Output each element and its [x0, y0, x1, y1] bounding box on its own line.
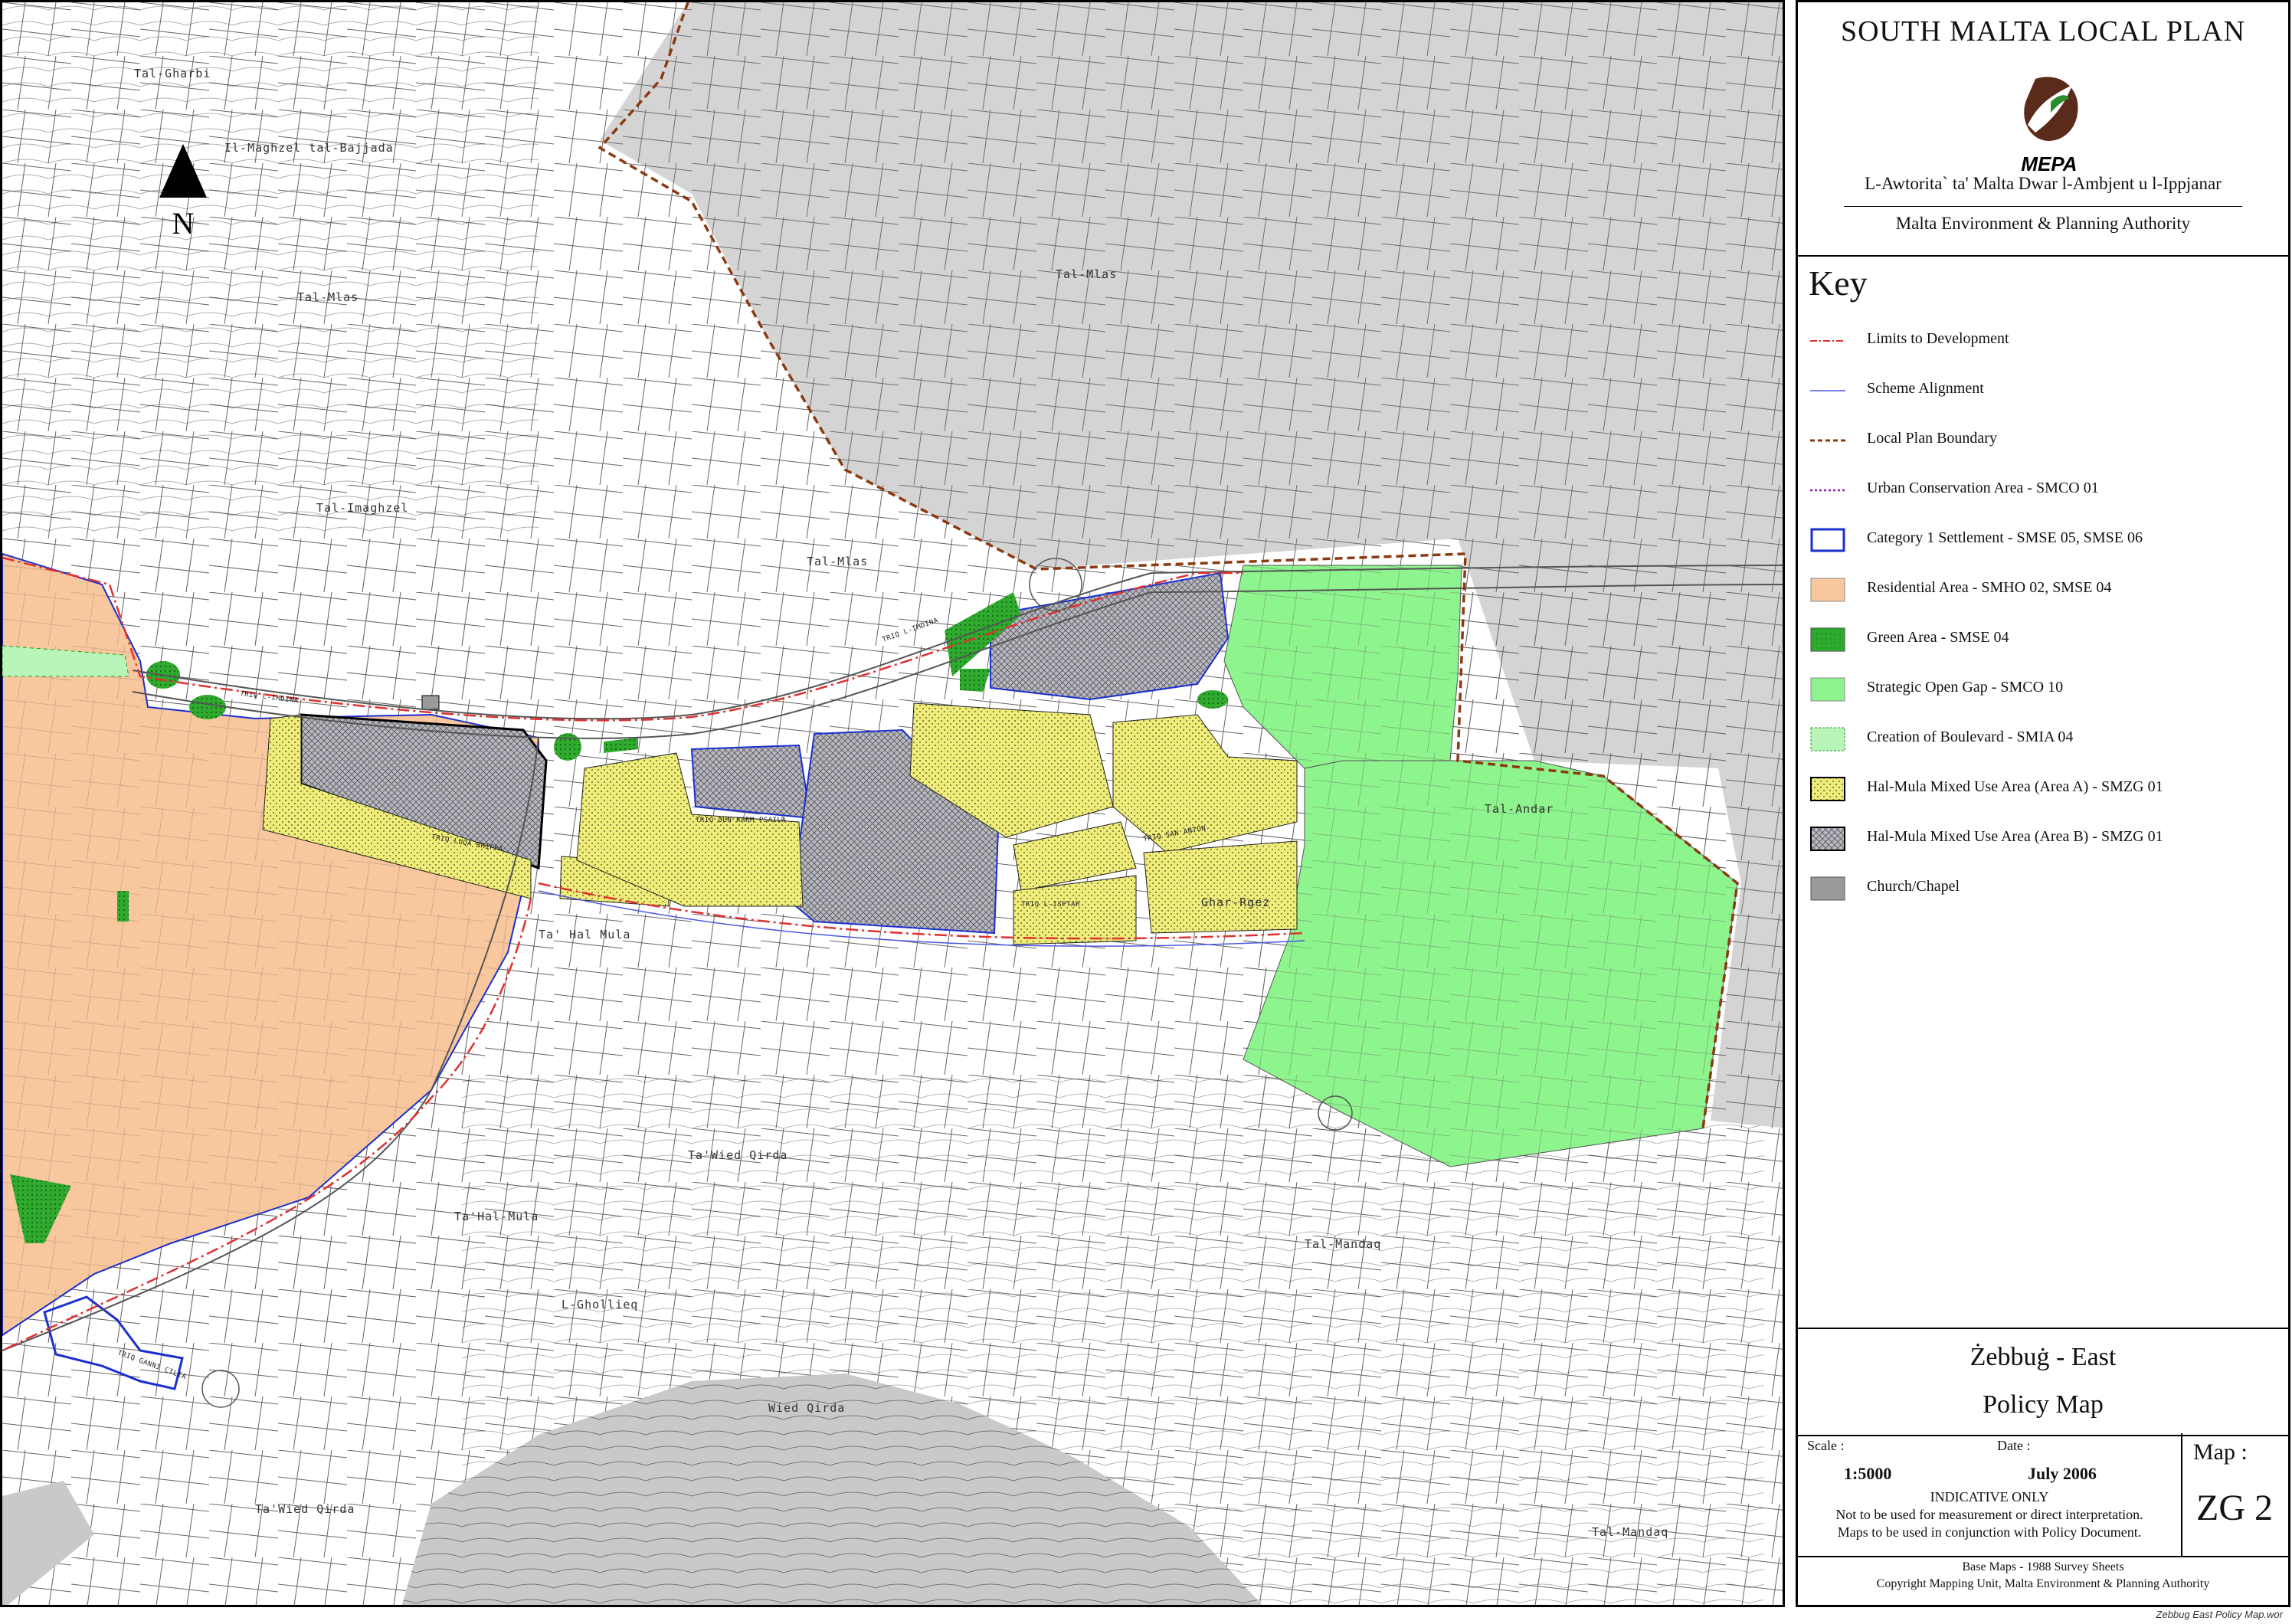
credits-line: Copyright Mapping Unit, Malta Environmen…	[1876, 1577, 2210, 1590]
solid-line-icon	[1810, 390, 1845, 391]
place-name: Tal-Mlas	[297, 290, 359, 304]
stipple-fill-box-icon	[1810, 777, 1845, 801]
info-block: Scale : 1:5000 Date : July 2006 INDICATI…	[1798, 1433, 2288, 1557]
place-name: Tal-Mandaq	[1305, 1237, 1381, 1251]
key-title: Key	[1809, 264, 1868, 303]
file-name: Zebbug East Policy Map.wor	[2156, 1609, 2283, 1620]
key-label: Limits to Development	[1867, 330, 2009, 347]
fill-box-icon	[1810, 578, 1845, 602]
key-item-mixed-use-area-a: Hal-Mula Mixed Use Area (Area A) - SMZG …	[1810, 772, 2270, 803]
place-name: Tal-Gharbi	[134, 67, 211, 80]
key-label: Category 1 Settlement - SMSE 05, SMSE 06	[1867, 529, 2143, 546]
mixed-use-area-a-east[interactable]	[1143, 840, 1298, 934]
map-key: Key Limits to Development Scheme Alignme…	[1798, 255, 2288, 1328]
map-caption: Map :	[2193, 1439, 2248, 1465]
key-label: Strategic Open Gap - SMCO 10	[1867, 679, 2064, 696]
place-name: Tal-Mandaq	[1592, 1525, 1668, 1539]
north-label: N	[172, 206, 195, 241]
key-label: Church/Chapel	[1867, 878, 1960, 895]
dashed-line-icon	[1810, 439, 1845, 442]
key-label: Hal-Mula Mixed Use Area (Area B) - SMZG …	[1867, 828, 2163, 845]
place-name: Tal-Mlas	[807, 555, 868, 568]
green-area-3[interactable]	[189, 695, 226, 719]
scale-caption: Scale :	[1807, 1438, 1845, 1453]
agency-name-english: Malta Environment & Planning Authority	[1895, 214, 2191, 233]
key-label: Residential Area - SMHO 02, SMSE 04	[1867, 579, 2112, 596]
key-item-green-area: Green Area - SMSE 04	[1810, 623, 2270, 653]
indicative-line: Not to be used for measurement or direct…	[1835, 1507, 2143, 1522]
map-number-block: Map : ZG 2	[2181, 1433, 2288, 1556]
place-name: Tal-Andar	[1485, 802, 1554, 816]
scale-date-block: Scale : 1:5000 Date : July 2006 INDICATI…	[1798, 1433, 2182, 1556]
key-label: Local Plan Boundary	[1867, 430, 1997, 447]
scale-value: 1:5000	[1844, 1464, 1892, 1483]
outline-box-icon	[1810, 528, 1845, 552]
key-item-urban-conservation-area: Urban Conservation Area - SMCO 01	[1810, 473, 2270, 504]
key-item-limits-to-development: Limits to Development	[1810, 324, 2270, 355]
map-type: Policy Map	[1983, 1390, 2104, 1419]
place-name: Tal-Imaghzel	[316, 501, 408, 515]
key-label: Hal-Mula Mixed Use Area (Area A) - SMZG …	[1867, 778, 2163, 795]
credits: Base Maps - 1988 Survey Sheets Copyright…	[1798, 1559, 2288, 1593]
dotted-line-icon	[1810, 489, 1845, 492]
indicative-note: INDICATIVE ONLY Not to be used for measu…	[1798, 1488, 2181, 1541]
key-item-local-plan-boundary: Local Plan Boundary	[1810, 424, 2270, 454]
key-label: Scheme Alignment	[1867, 380, 1984, 397]
place-name: Tal-Mlas	[1056, 267, 1117, 281]
mepa-logo-icon: MEPA	[2021, 77, 2078, 175]
map-name-block: Żebbuġ - East Policy Map	[1798, 1328, 2288, 1436]
fill-box-icon	[1810, 677, 1845, 702]
key-item-creation-of-boulevard: Creation of Boulevard - SMIA 04	[1810, 722, 2270, 753]
divider	[1844, 206, 2242, 207]
place-name: Ta'Wied Qirda	[255, 1502, 355, 1516]
key-item-mixed-use-area-b: Hal-Mula Mixed Use Area (Area B) - SMZG …	[1810, 822, 2270, 853]
date-caption: Date :	[1997, 1438, 2031, 1453]
green-area-5[interactable]	[1197, 690, 1228, 709]
place-name: Ghar-Rgez	[1201, 895, 1270, 909]
chapel-1[interactable]	[421, 695, 440, 710]
place-name: L-Ghollieq	[562, 1298, 638, 1311]
mixed-use-area-b-small[interactable]	[690, 744, 812, 820]
legend-panel: SOUTH MALTA LOCAL PLAN MEPA L-Awtorita` …	[1796, 0, 2290, 1607]
open-gap-fields	[1243, 565, 1737, 1167]
place-name: Il-Maghzel tal-Bajjada	[224, 141, 394, 155]
street-name: TRIQ DUN KARM PSAILA	[696, 817, 786, 824]
map-place-name: Żebbuġ - East	[1969, 1343, 2117, 1371]
key-label: Urban Conservation Area - SMCO 01	[1867, 480, 2099, 496]
key-item-scheme-alignment: Scheme Alignment	[1810, 374, 2270, 404]
contour-lines-nw	[2, 2, 539, 539]
dashdot-line-icon	[1810, 340, 1845, 342]
place-name: Ta' Hal Mula	[539, 928, 630, 941]
indicative-line: Maps to be used in conjunction with Poli…	[1837, 1524, 2142, 1540]
title-block: SOUTH MALTA LOCAL PLAN MEPA L-Awtorita` …	[1798, 2, 2288, 257]
credits-line: Base Maps - 1988 Survey Sheets	[1962, 1560, 2124, 1573]
indicative-line: INDICATIVE ONLY	[1930, 1489, 2049, 1504]
logo-text: MEPA	[2021, 152, 2077, 175]
place-name: Ta'Wied Qirda	[688, 1148, 787, 1162]
fill-box-icon	[1810, 876, 1845, 901]
key-item-category-1-settlement: Category 1 Settlement - SMSE 05, SMSE 06	[1810, 523, 2270, 554]
street-name: TRIQ L-ISPTAR	[1021, 901, 1080, 909]
green-area-7[interactable]	[117, 891, 129, 922]
dotted-fill-box-icon	[1810, 627, 1845, 652]
map-canvas: N Tal-Gharbi Il-Maghzel tal-Bajjada Tal-…	[2, 2, 1783, 1605]
policy-map: N Tal-Gharbi Il-Maghzel tal-Bajjada Tal-…	[0, 0, 1785, 1607]
agency-name-maltese: L-Awtorita` ta' Malta Dwar l-Ambjent u l…	[1865, 174, 2222, 193]
crosshatch-fill-box-icon	[1810, 827, 1845, 851]
key-item-strategic-open-gap: Strategic Open Gap - SMCO 10	[1810, 673, 2270, 703]
date-value: July 2006	[2028, 1464, 2097, 1483]
dashed-fill-box-icon	[1810, 727, 1845, 751]
key-label: Creation of Boulevard - SMIA 04	[1867, 729, 2074, 745]
key-item-church-chapel: Church/Chapel	[1810, 872, 2270, 902]
key-item-residential-area: Residential Area - SMHO 02, SMSE 04	[1810, 573, 2270, 604]
place-name: Wied Qirda	[768, 1401, 845, 1415]
map-code: ZG 2	[2196, 1488, 2273, 1528]
place-name: Ta'Hal-Mula	[454, 1210, 539, 1223]
plan-title: SOUTH MALTA LOCAL PLAN	[1840, 15, 2246, 47]
key-label: Green Area - SMSE 04	[1867, 629, 2009, 646]
